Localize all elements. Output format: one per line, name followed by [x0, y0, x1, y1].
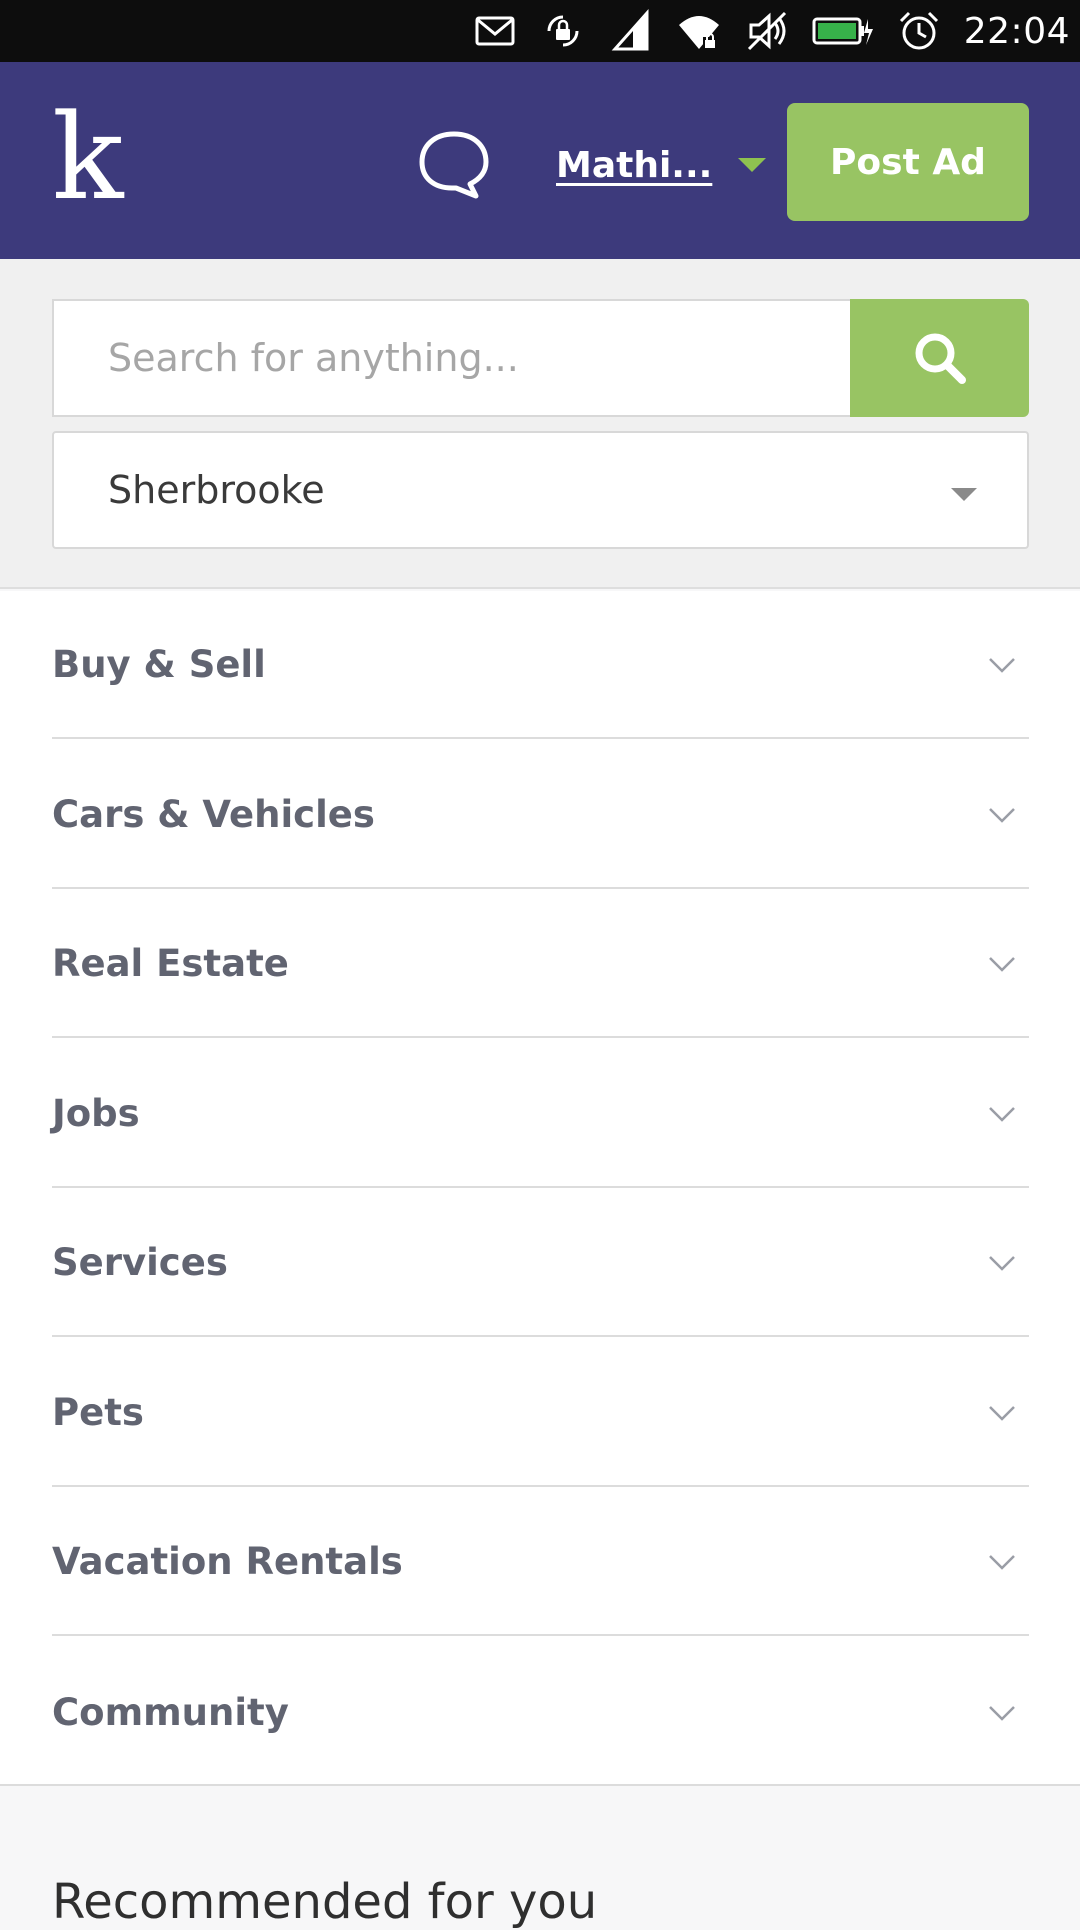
- app-header: k Mathi... Post Ad: [0, 62, 1080, 259]
- mute-icon: [744, 8, 790, 54]
- recommended-heading: Recommended for you: [52, 1874, 598, 1930]
- category-label: Pets: [52, 1390, 144, 1434]
- chevron-down-icon: [989, 1406, 1015, 1421]
- wifi-icon: [676, 8, 722, 54]
- category-label: Real Estate: [52, 941, 289, 985]
- category-label: Jobs: [52, 1091, 140, 1135]
- location-select[interactable]: Sherbrooke: [52, 431, 1029, 549]
- user-name-link[interactable]: Mathi...: [556, 145, 712, 186]
- chevron-down-icon: [989, 1256, 1015, 1271]
- category-list: Buy & Sell Cars & Vehicles Real Estate J…: [0, 591, 1080, 1786]
- category-buy-sell[interactable]: Buy & Sell: [52, 591, 1029, 739]
- category-label: Services: [52, 1240, 228, 1284]
- mail-icon: [472, 8, 518, 54]
- chevron-down-icon: [989, 1706, 1015, 1721]
- search-icon: [915, 333, 966, 384]
- category-jobs[interactable]: Jobs: [52, 1040, 1029, 1188]
- post-ad-button[interactable]: Post Ad: [787, 103, 1029, 221]
- search-button[interactable]: [850, 299, 1029, 417]
- status-bar: 22:04: [0, 0, 1080, 62]
- category-real-estate[interactable]: Real Estate: [52, 890, 1029, 1038]
- location-value: Sherbrooke: [108, 468, 325, 512]
- signal-icon: [608, 8, 654, 54]
- search-input[interactable]: [52, 299, 852, 417]
- screen-rotation-lock-icon: [540, 8, 586, 54]
- category-community[interactable]: Community: [52, 1638, 1029, 1786]
- kijiji-logo[interactable]: k: [52, 98, 142, 216]
- chevron-down-icon: [989, 658, 1015, 673]
- search-panel: Sherbrooke: [0, 259, 1080, 589]
- caret-down-icon: [951, 488, 977, 501]
- chat-icon[interactable]: [416, 128, 492, 200]
- category-vacation-rentals[interactable]: Vacation Rentals: [52, 1488, 1029, 1636]
- chevron-down-icon: [989, 1107, 1015, 1122]
- chevron-down-icon: [989, 957, 1015, 972]
- category-label: Buy & Sell: [52, 642, 266, 686]
- clock-time: 22:04: [963, 10, 1070, 52]
- category-cars-vehicles[interactable]: Cars & Vehicles: [52, 741, 1029, 889]
- category-services[interactable]: Services: [52, 1189, 1029, 1337]
- caret-down-icon: [738, 158, 767, 172]
- category-label: Vacation Rentals: [52, 1539, 403, 1583]
- user-menu[interactable]: Mathi...: [556, 140, 767, 190]
- battery-charging-icon: [812, 8, 874, 54]
- chevron-down-icon: [989, 808, 1015, 823]
- category-label: Community: [52, 1690, 289, 1734]
- category-pets[interactable]: Pets: [52, 1339, 1029, 1487]
- alarm-icon: [896, 8, 942, 54]
- chevron-down-icon: [989, 1555, 1015, 1570]
- category-label: Cars & Vehicles: [52, 792, 375, 836]
